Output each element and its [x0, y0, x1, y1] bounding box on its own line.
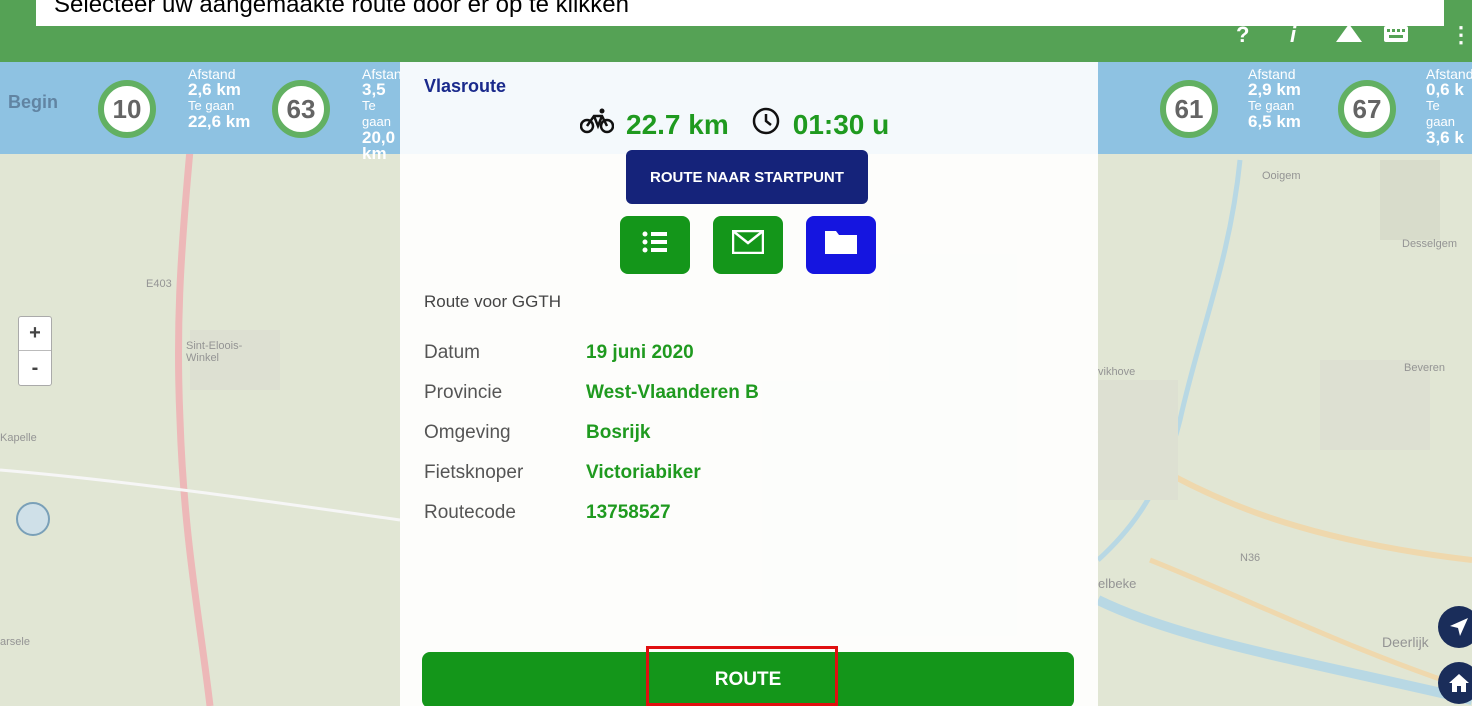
list-icon [641, 228, 669, 262]
omgeving-value: Bosrijk [586, 422, 651, 443]
clock-icon [751, 106, 781, 144]
home-icon[interactable] [1438, 662, 1472, 704]
datum-label: Datum [424, 342, 480, 363]
dialog-title: Vlasroute [424, 76, 507, 96]
folder-icon [824, 227, 858, 263]
location-marker-icon[interactable] [16, 502, 50, 536]
route-to-start-button[interactable]: ROUTE NAAR STARTPUNT [626, 150, 868, 204]
routecode-label: Routecode [424, 502, 516, 523]
route-dialog: Vlasroute 22.7 km 01:30 u ROUTE NAAR STA… [400, 62, 1098, 706]
email-button[interactable] [713, 216, 783, 274]
fietsknoper-value: Victoriabiker [586, 462, 701, 483]
zoom-control: + - [18, 316, 52, 386]
folder-button[interactable] [806, 216, 876, 274]
routecode-value: 13758527 [586, 502, 671, 523]
zoom-in-button[interactable]: + [19, 317, 51, 351]
list-button[interactable] [620, 216, 690, 274]
route-stats: 22.7 km 01:30 u [579, 106, 890, 144]
bicycle-icon [579, 108, 615, 142]
route-duration: 01:30 u [792, 109, 890, 140]
envelope-icon [731, 228, 765, 262]
fietsknoper-label: Fietsknoper [424, 462, 524, 483]
navigate-icon[interactable] [1438, 606, 1472, 648]
provincie-label: Provincie [424, 382, 503, 403]
omgeving-label: Omgeving [424, 422, 511, 443]
route-distance: 22.7 km [626, 109, 729, 140]
datum-value: 19 juni 2020 [586, 342, 694, 363]
instruction-banner: Selecteer uw aangemaakte route door er o… [36, 0, 1444, 26]
highlight-box [646, 646, 838, 706]
provincie-value: West-Vlaanderen B [586, 382, 759, 403]
route-subtitle: Route voor GGTH [424, 292, 561, 311]
zoom-out-button[interactable]: - [19, 351, 51, 385]
